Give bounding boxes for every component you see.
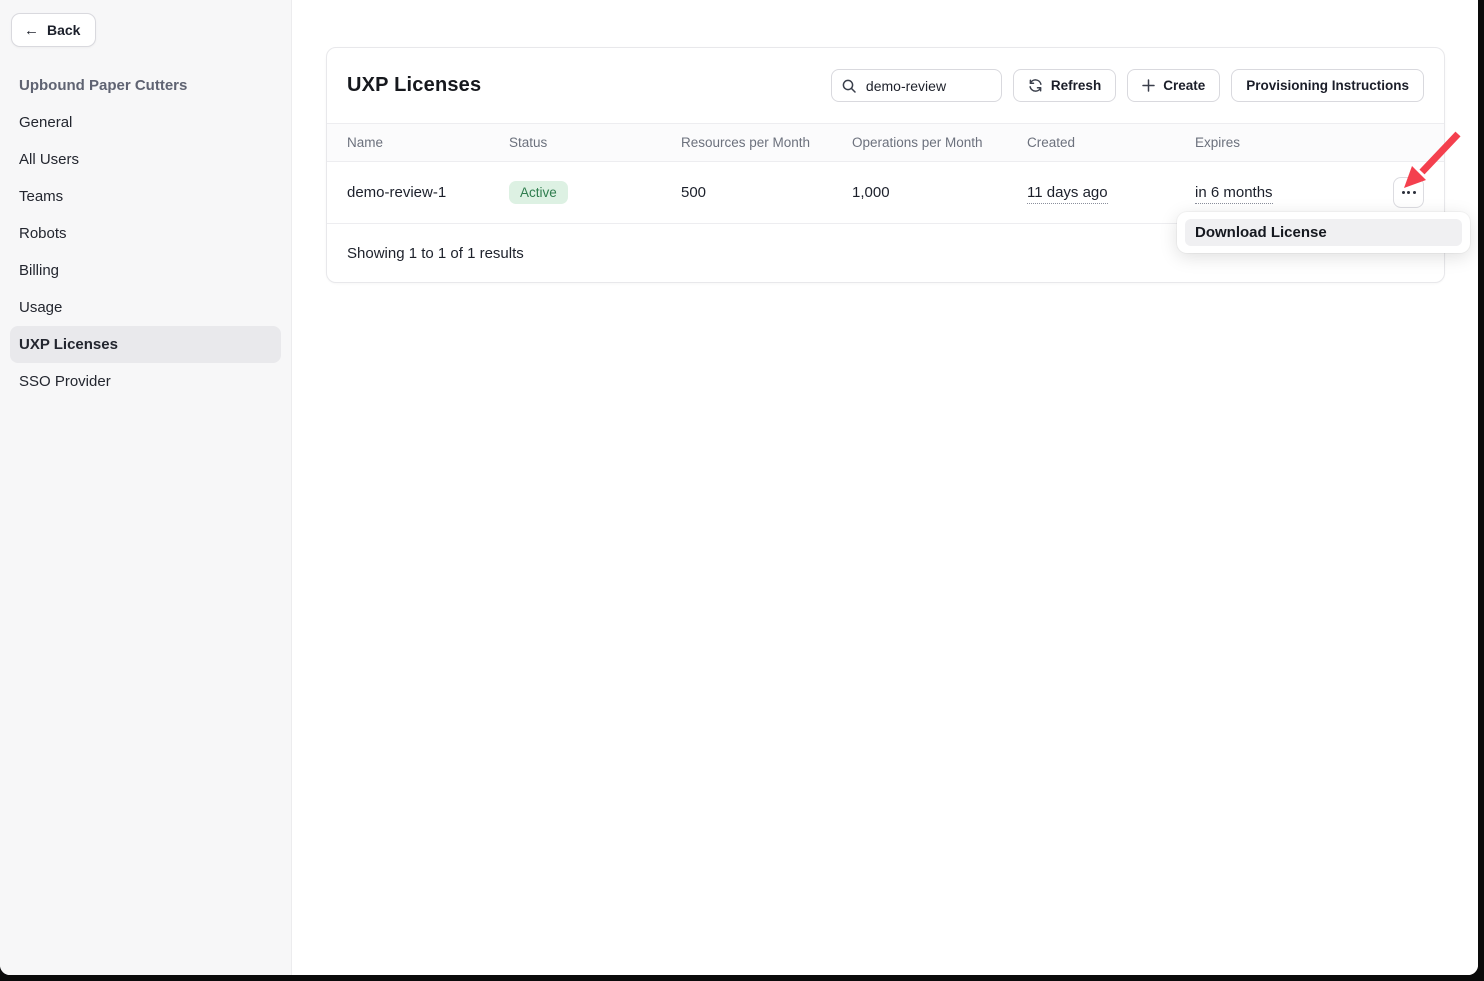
cell-expires: in 6 months xyxy=(1195,184,1365,201)
ellipsis-icon xyxy=(1402,191,1416,194)
column-header-status: Status xyxy=(509,135,681,150)
create-button-label: Create xyxy=(1163,78,1205,93)
column-header-expires: Expires xyxy=(1195,135,1365,150)
cell-name: demo-review-1 xyxy=(347,184,509,201)
column-header-operations: Operations per Month xyxy=(852,135,1027,150)
search-box[interactable] xyxy=(831,69,1002,102)
org-name-heading: Upbound Paper Cutters xyxy=(10,77,281,94)
app-window: ← Back Upbound Paper Cutters General All… xyxy=(0,0,1478,975)
sidebar-item-general[interactable]: General xyxy=(10,104,281,141)
table-header-row: Name Status Resources per Month Operatio… xyxy=(327,124,1444,162)
created-relative-time[interactable]: 11 days ago xyxy=(1027,184,1108,204)
refresh-button-label: Refresh xyxy=(1051,78,1101,93)
provisioning-instructions-label: Provisioning Instructions xyxy=(1246,78,1409,93)
main-content: UXP Licenses xyxy=(292,0,1478,975)
results-count-text: Showing 1 to 1 of 1 results xyxy=(347,245,524,262)
cell-resources-per-month: 500 xyxy=(681,184,852,201)
cell-operations-per-month: 1,000 xyxy=(852,184,1027,201)
cell-actions xyxy=(1365,177,1424,208)
plus-icon xyxy=(1142,79,1155,92)
search-input[interactable] xyxy=(864,77,991,95)
back-button-label: Back xyxy=(47,22,80,38)
sidebar-item-all-users[interactable]: All Users xyxy=(10,141,281,178)
sidebar-item-sso-provider[interactable]: SSO Provider xyxy=(10,363,281,400)
cell-created: 11 days ago xyxy=(1027,184,1195,201)
sidebar-item-robots[interactable]: Robots xyxy=(10,215,281,252)
back-arrow-icon: ← xyxy=(24,23,39,38)
create-button[interactable]: Create xyxy=(1127,69,1220,102)
search-icon xyxy=(842,79,856,93)
sidebar-item-billing[interactable]: Billing xyxy=(10,252,281,289)
sidebar-item-teams[interactable]: Teams xyxy=(10,178,281,215)
column-header-name: Name xyxy=(347,135,509,150)
menu-item-download-license[interactable]: Download License xyxy=(1185,219,1462,246)
sidebar-item-uxp-licenses[interactable]: UXP Licenses xyxy=(10,326,281,363)
sidebar: ← Back Upbound Paper Cutters General All… xyxy=(0,0,292,975)
provisioning-instructions-button[interactable]: Provisioning Instructions xyxy=(1231,69,1424,102)
refresh-icon xyxy=(1028,78,1043,93)
row-actions-menu: Download License xyxy=(1177,212,1470,253)
back-button[interactable]: ← Back xyxy=(11,13,96,47)
refresh-button[interactable]: Refresh xyxy=(1013,69,1116,102)
row-actions-menu-button[interactable] xyxy=(1393,177,1424,208)
card-header: UXP Licenses xyxy=(327,48,1444,124)
status-badge: Active xyxy=(509,181,568,204)
cell-status: Active xyxy=(509,181,681,204)
column-header-resources: Resources per Month xyxy=(681,135,852,150)
column-header-created: Created xyxy=(1027,135,1195,150)
sidebar-item-usage[interactable]: Usage xyxy=(10,289,281,326)
expires-relative-time[interactable]: in 6 months xyxy=(1195,184,1273,204)
page-title: UXP Licenses xyxy=(347,74,481,97)
header-controls: Refresh Create Provisioning Instructions xyxy=(831,69,1424,102)
